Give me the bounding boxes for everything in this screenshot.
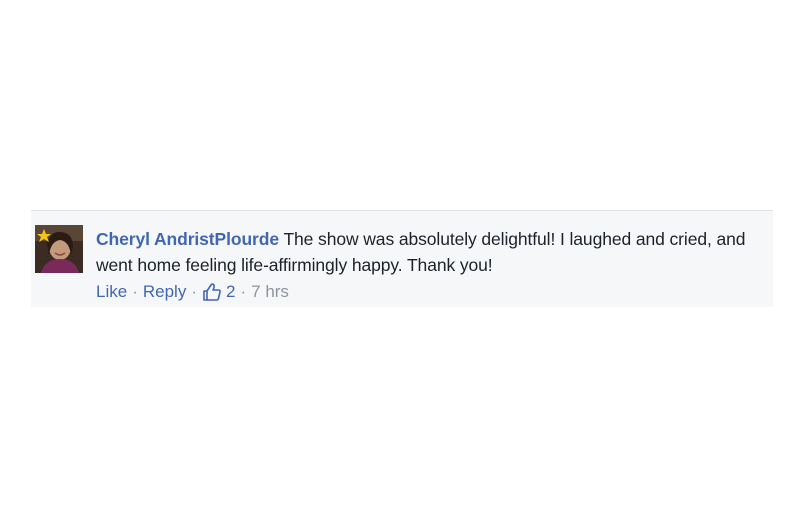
separator: · <box>191 282 197 301</box>
comment-author[interactable]: Cheryl AndristPlourde <box>96 229 279 249</box>
comment: Cheryl AndristPlourde The show was absol… <box>31 210 773 307</box>
avatar-photo <box>35 225 83 273</box>
comment-body: Cheryl AndristPlourde The show was absol… <box>96 226 746 304</box>
avatar[interactable] <box>35 225 83 273</box>
like-button[interactable]: Like <box>96 280 127 304</box>
separator: · <box>240 282 247 301</box>
comment-actions: Like · Reply · 2 · 7 hrs <box>96 280 746 304</box>
like-count[interactable]: 2 <box>202 280 235 304</box>
separator: · <box>132 282 138 301</box>
reply-button[interactable]: Reply <box>143 280 186 304</box>
thumbs-up-icon <box>203 283 221 301</box>
like-count-value: 2 <box>226 282 236 301</box>
comment-timestamp[interactable]: 7 hrs <box>251 280 289 304</box>
comment-text-block: Cheryl AndristPlourde The show was absol… <box>96 226 746 278</box>
